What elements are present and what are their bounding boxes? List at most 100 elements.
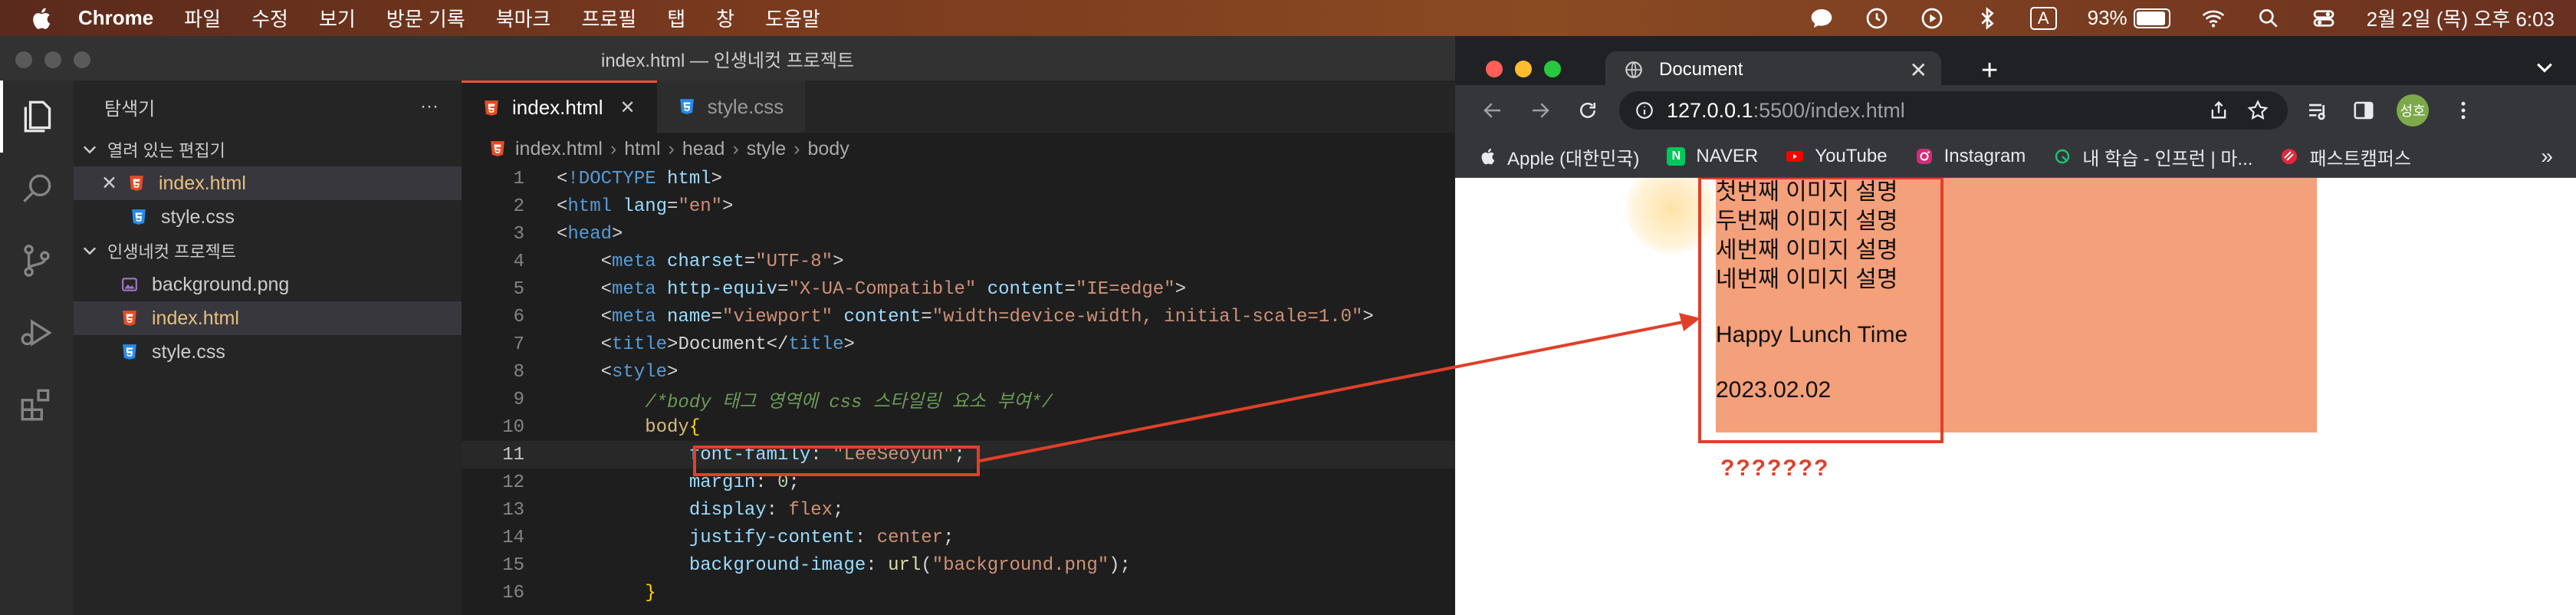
menu-profile[interactable]: 프로필 (581, 4, 636, 32)
window-controls (15, 51, 90, 68)
explorer-icon[interactable] (0, 81, 74, 153)
close-editor-icon[interactable]: ✕ (101, 172, 117, 195)
clock[interactable]: 2월 2일 (목) 오후 6:03 (2367, 4, 2555, 32)
menu-help[interactable]: 도움말 (765, 4, 820, 32)
source-control-icon[interactable] (0, 225, 74, 297)
apple-logo-icon[interactable] (29, 6, 52, 31)
code-line[interactable]: 8 <style> (462, 358, 1455, 386)
instagram-icon (1916, 149, 1932, 164)
tab-index-html[interactable]: index.html ✕ (462, 81, 657, 133)
project-section[interactable]: 인생네컷 프로젝트 (74, 234, 462, 268)
code-line[interactable]: 9 /*body 태그 영역에 css 스타일링 요소 부여*/ (462, 386, 1455, 414)
close-window-button[interactable] (15, 51, 32, 68)
open-editors-section[interactable]: 열려 있는 편집기 (74, 133, 462, 166)
code-line[interactable]: 14 justify-content: center; (462, 524, 1455, 551)
media-queue-icon[interactable] (2306, 99, 2331, 123)
time-machine-icon[interactable] (1865, 6, 1889, 31)
file-label: background.png (152, 273, 290, 295)
annotation-box-code (693, 446, 980, 476)
bookmark-star-icon[interactable] (2246, 99, 2269, 122)
play-icon[interactable] (1920, 6, 1944, 31)
more-actions-icon[interactable]: ··· (420, 96, 439, 117)
line-number: 2 (513, 196, 524, 217)
code-line[interactable]: 3 <head> (462, 220, 1455, 248)
chat-icon[interactable] (1809, 6, 1834, 31)
zoom-window-button[interactable] (74, 51, 90, 68)
profile-avatar[interactable]: 성호 (2397, 94, 2429, 127)
search-icon[interactable] (0, 153, 74, 225)
menu-bookmarks[interactable]: 북마크 (496, 4, 551, 32)
battery-status[interactable]: 93% (2088, 6, 2170, 30)
spotlight-search-icon[interactable] (2256, 6, 2281, 31)
reload-icon[interactable] (1576, 99, 1599, 122)
line-content: <!DOCTYPE html> (557, 168, 723, 189)
bookmarks-bar: Apple (대한민국) N NAVER YouTube Instagram 내… (1455, 136, 2576, 178)
input-source-badge[interactable]: A (2029, 6, 2057, 30)
run-debug-icon[interactable] (0, 297, 74, 369)
zoom-window-button[interactable] (1544, 61, 1561, 77)
open-editor-index[interactable]: ✕ index.html (74, 166, 462, 200)
minimize-window-button[interactable] (1515, 61, 1532, 77)
menu-view[interactable]: 보기 (319, 4, 356, 32)
share-icon[interactable] (2208, 100, 2229, 121)
line-number: 14 (502, 527, 524, 548)
back-arrow-icon[interactable] (1481, 99, 1504, 122)
close-tab-icon[interactable]: ✕ (1910, 58, 1927, 83)
wifi-icon[interactable] (2201, 6, 2226, 31)
file-index-html[interactable]: index.html (74, 301, 462, 335)
window-title: index.html — 인생네컷 프로젝트 (600, 50, 855, 71)
breadcrumb-item[interactable]: html (624, 138, 660, 160)
bookmark-fastcampus[interactable]: 패스트캠퍼스 (2280, 143, 2411, 170)
css3-file-icon (123, 344, 136, 360)
extensions-icon[interactable] (0, 369, 74, 441)
line-number: 8 (513, 361, 524, 383)
breadcrumb-item[interactable]: head (682, 138, 725, 160)
side-panel-icon[interactable] (2352, 99, 2375, 122)
code-editor[interactable]: 1 <!DOCTYPE html> 2 <html lang="en"> 3 <head>… (462, 165, 1455, 607)
breadcrumb-item[interactable]: body (808, 138, 849, 160)
info-icon[interactable] (1635, 100, 1654, 120)
more-vertical-icon[interactable] (2452, 99, 2475, 122)
new-tab-button[interactable]: + (1981, 54, 1998, 87)
close-window-button[interactable] (1486, 61, 1503, 77)
code-line[interactable]: 7 <title>Document</title> (462, 331, 1455, 358)
tab-title: Document (1659, 59, 1743, 80)
file-style-css[interactable]: style.css (74, 335, 462, 369)
minimize-window-button[interactable] (44, 51, 61, 68)
bookmark-youtube[interactable]: YouTube (1786, 146, 1888, 167)
bookmark-naver[interactable]: N NAVER (1667, 146, 1758, 167)
file-background-png[interactable]: background.png (74, 268, 462, 301)
menu-history[interactable]: 방문 기록 (386, 4, 465, 32)
menu-edit[interactable]: 수정 (251, 4, 288, 32)
open-editor-style[interactable]: style.css (74, 200, 462, 234)
code-line[interactable]: 5 <meta http-equiv="X-UA-Compatible" con… (462, 275, 1455, 303)
breadcrumb-item[interactable]: index.html (515, 138, 603, 160)
code-line[interactable]: 16 } (462, 579, 1455, 607)
forward-arrow-icon[interactable] (1529, 99, 1552, 122)
code-line[interactable]: 2 <html lang="en"> (462, 192, 1455, 220)
code-line[interactable]: 1 <!DOCTYPE html> (462, 165, 1455, 192)
menu-window[interactable]: 창 (716, 4, 734, 32)
editor-area: index.html ✕ style.css index.html › html… (462, 81, 1455, 615)
code-line[interactable]: 15 background-image: url("background.png… (462, 551, 1455, 579)
menu-app-name[interactable]: Chrome (78, 6, 153, 30)
menu-tab[interactable]: 탭 (667, 4, 685, 32)
bookmark-apple[interactable]: Apple (대한민국) (1478, 143, 1639, 170)
code-line[interactable]: 6 <meta name="viewport" content="width=d… (462, 303, 1455, 331)
code-line[interactable]: 10 body{ (462, 413, 1455, 441)
address-bar[interactable]: 127.0.0.1:5500/index.html (1619, 91, 2288, 130)
tab-style-css[interactable]: style.css (656, 81, 806, 133)
code-line[interactable]: 13 display: flex; (462, 496, 1455, 524)
breadcrumb-item[interactable]: style (747, 138, 786, 160)
close-tab-icon[interactable]: ✕ (620, 97, 636, 119)
control-center-icon[interactable] (2312, 6, 2336, 31)
browser-tab[interactable]: Document ✕ (1605, 51, 1941, 88)
tab-search-chevron-icon[interactable] (2536, 59, 2553, 76)
bluetooth-icon[interactable] (1975, 6, 1999, 31)
menu-file[interactable]: 파일 (184, 4, 221, 32)
css3-file-icon (679, 99, 694, 114)
bookmark-inflearn[interactable]: 내 학습 - 인프런 | 마... (2053, 143, 2252, 170)
code-line[interactable]: 4 <meta charset="UTF-8"> (462, 248, 1455, 275)
bookmarks-overflow-icon[interactable]: » (2541, 144, 2553, 169)
bookmark-instagram[interactable]: Instagram (1915, 146, 2026, 167)
